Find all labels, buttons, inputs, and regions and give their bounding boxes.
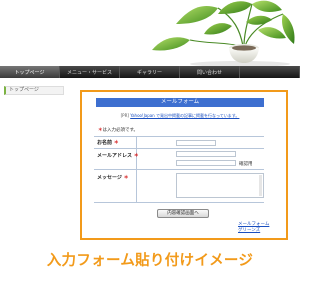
required-note-text: は入力必須です。 <box>102 128 139 133</box>
message-textarea[interactable] <box>176 173 264 198</box>
nav-item-gallery[interactable]: ギャラリー <box>120 66 180 78</box>
email-confirm-label: 確認用 <box>239 162 253 167</box>
table-column-divider <box>136 136 137 202</box>
footer-link-greens[interactable]: グリーンズ <box>238 227 260 233</box>
confirm-button[interactable]: 内容確認画面へ <box>157 209 209 218</box>
form-title: メールフォーム <box>96 98 264 107</box>
message-label: メッセージ ＊ <box>97 175 129 181</box>
table-border <box>94 136 264 137</box>
sidebar-item-top[interactable]: トップページ <box>4 86 64 95</box>
email-label: メールアドレス ＊ <box>97 153 139 159</box>
caption-text: 入力フォーム貼り付けイメージ <box>46 253 254 269</box>
pr-link[interactable]: Yahoo!Japan で発出中掲載の記事に掲載を行なっています。 <box>130 113 239 118</box>
email-confirm-input[interactable] <box>176 160 236 166</box>
email-input[interactable] <box>176 151 236 157</box>
pr-notice: [PR] Yahoo!Japan で発出中掲載の記事に掲載を行なっています。 <box>96 113 264 119</box>
name-input[interactable] <box>176 140 216 146</box>
name-label: お名前 ＊ <box>97 140 119 146</box>
required-note: ＊は入力必須です。 <box>98 127 138 133</box>
main-nav: トップページ メニュー・サービス ギャラリー 問い合わせ <box>0 66 300 78</box>
textarea-scrollbar[interactable] <box>259 175 262 196</box>
form-frame: メールフォーム [PR] Yahoo!Japan で発出中掲載の記事に掲載を行な… <box>80 90 288 240</box>
table-border <box>94 169 264 170</box>
plant-image <box>152 0 295 66</box>
pr-tag: [PR] <box>120 113 129 118</box>
nav-item-top[interactable]: トップページ <box>0 66 60 78</box>
nav-item-menu-service[interactable]: メニュー・サービス <box>60 66 120 78</box>
nav-item-contact[interactable]: 問い合わせ <box>180 66 240 78</box>
nav-item-empty <box>240 66 300 78</box>
site-header <box>0 0 300 66</box>
table-border <box>94 202 264 203</box>
table-border <box>94 148 264 149</box>
